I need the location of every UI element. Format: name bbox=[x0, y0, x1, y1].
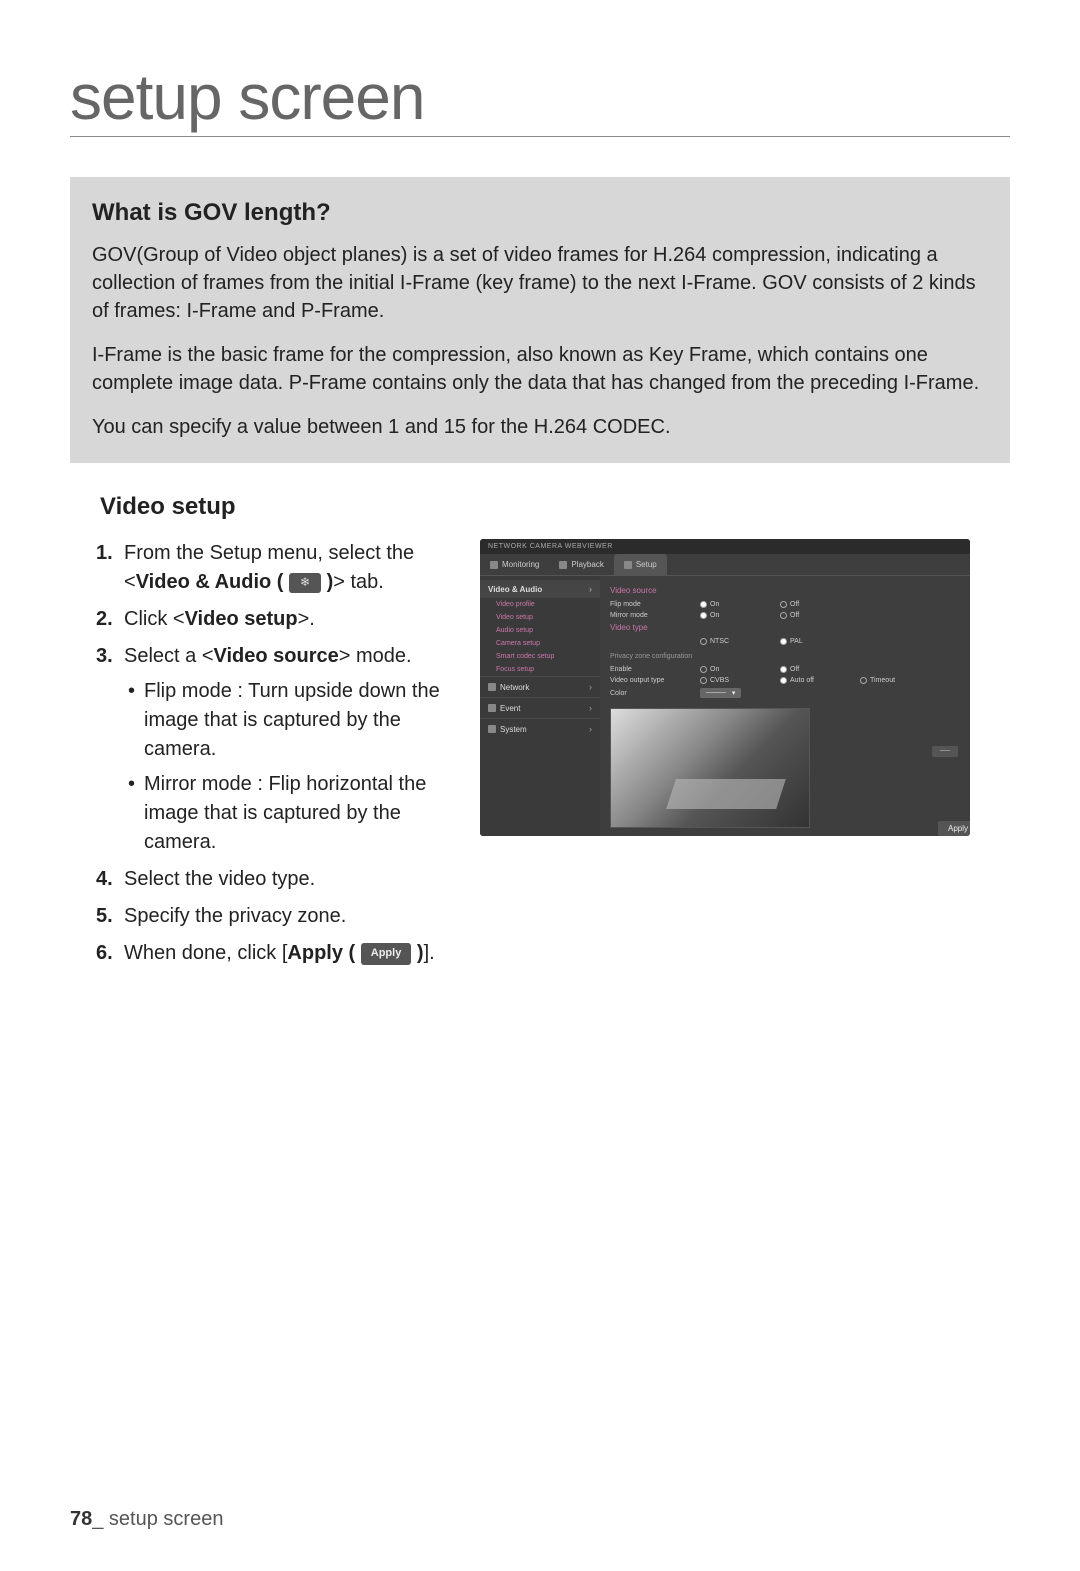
mirror-off-radio[interactable]: Off bbox=[780, 612, 860, 619]
ss-topbar: NETWORK CAMERA WEBVIEWER bbox=[480, 539, 970, 554]
tab-setup[interactable]: Setup bbox=[614, 554, 667, 575]
radio-icon bbox=[700, 612, 707, 619]
page-number: 78 bbox=[70, 1508, 92, 1530]
page-footer: 78_ setup screen bbox=[70, 1508, 223, 1531]
apply-button[interactable]: Apply bbox=[938, 821, 970, 836]
gov-paragraph-2: I-Frame is the basic frame for the compr… bbox=[92, 341, 988, 397]
sidebar-group-video-audio[interactable]: Video & Audio› bbox=[480, 580, 600, 598]
sidebar-group-system[interactable]: System› bbox=[480, 718, 600, 739]
cvbs-radio[interactable]: CVBS bbox=[700, 677, 780, 684]
setup-icon bbox=[624, 561, 632, 569]
color-label: Color bbox=[610, 690, 700, 697]
step-6: When done, click [Apply ( Apply )]. bbox=[96, 939, 450, 968]
radio-icon bbox=[700, 677, 707, 684]
tab-monitoring[interactable]: Monitoring bbox=[480, 554, 549, 575]
step-3-bullet-flip: Flip mode : Turn upside down the image t… bbox=[124, 677, 450, 764]
mirror-on-radio[interactable]: On bbox=[700, 612, 780, 619]
gov-paragraph-1: GOV(Group of Video object planes) is a s… bbox=[92, 241, 988, 325]
enable-label: Enable bbox=[610, 666, 700, 673]
video-output-label: Video output type bbox=[610, 677, 700, 684]
apply-icon: Apply bbox=[361, 943, 412, 965]
pal-radio[interactable]: PAL bbox=[780, 638, 860, 645]
monitor-icon bbox=[490, 561, 498, 569]
radio-icon bbox=[700, 666, 707, 673]
footer-label: _ setup screen bbox=[92, 1508, 223, 1530]
video-audio-icon: ❄ bbox=[289, 573, 321, 593]
network-icon bbox=[488, 683, 496, 691]
radio-icon bbox=[780, 601, 787, 608]
sidebar-group-network[interactable]: Network› bbox=[480, 676, 600, 697]
ss-sidebar: Video & Audio› Video profile Video setup… bbox=[480, 576, 600, 836]
sidebar-item-video-profile[interactable]: Video profile bbox=[480, 598, 600, 611]
chevron-right-icon: › bbox=[589, 703, 592, 713]
small-button[interactable]: ── bbox=[932, 746, 958, 757]
system-icon bbox=[488, 725, 496, 733]
ss-section-video-type: Video type bbox=[610, 621, 960, 632]
ss-tab-bar: Monitoring Playback Setup bbox=[480, 554, 970, 576]
sidebar-item-smart-codec[interactable]: Smart codec setup bbox=[480, 650, 600, 663]
enable-on-radio[interactable]: On bbox=[700, 666, 780, 673]
color-select[interactable]: ────▾ bbox=[700, 688, 741, 698]
sidebar-item-video-setup[interactable]: Video setup bbox=[480, 611, 600, 624]
timeout-radio[interactable]: Timeout bbox=[860, 677, 940, 684]
chevron-right-icon: › bbox=[589, 584, 592, 594]
chevron-down-icon: ▾ bbox=[732, 689, 736, 697]
gov-info-box: What is GOV length? GOV(Group of Video o… bbox=[70, 177, 1010, 463]
ss-main-panel: Video source Flip mode On Off Mirror mod… bbox=[600, 576, 970, 836]
privacy-zone-divider: Privacy zone configuration bbox=[610, 653, 960, 660]
embedded-screenshot: NETWORK CAMERA WEBVIEWER Monitoring Play… bbox=[480, 539, 1010, 836]
steps-list: From the Setup menu, select the <Video &… bbox=[70, 539, 450, 976]
sidebar-item-audio-setup[interactable]: Audio setup bbox=[480, 624, 600, 637]
step-3: Select a <Video source> mode. Flip mode … bbox=[96, 642, 450, 857]
sidebar-item-camera-setup[interactable]: Camera setup bbox=[480, 637, 600, 650]
tab-playback[interactable]: Playback bbox=[549, 554, 613, 575]
enable-off-radio[interactable]: Off bbox=[780, 666, 860, 673]
ntsc-radio[interactable]: NTSC bbox=[700, 638, 780, 645]
step-2: Click <Video setup>. bbox=[96, 605, 450, 634]
playback-icon bbox=[559, 561, 567, 569]
radio-icon bbox=[700, 601, 707, 608]
video-setup-heading: Video setup bbox=[100, 493, 1010, 521]
radio-icon bbox=[780, 677, 787, 684]
chevron-right-icon: › bbox=[589, 682, 592, 692]
autooff-radio[interactable]: Auto off bbox=[780, 677, 860, 684]
page-title: setup screen bbox=[70, 60, 1010, 137]
step-1: From the Setup menu, select the <Video &… bbox=[96, 539, 450, 597]
radio-icon bbox=[780, 612, 787, 619]
mirror-mode-label: Mirror mode bbox=[610, 612, 700, 619]
flip-off-radio[interactable]: Off bbox=[780, 601, 860, 608]
ss-section-video-source: Video source bbox=[610, 584, 960, 595]
video-preview bbox=[610, 708, 810, 828]
flip-mode-label: Flip mode bbox=[610, 601, 700, 608]
gov-paragraph-3: You can specify a value between 1 and 15… bbox=[92, 413, 988, 441]
sidebar-item-focus-setup[interactable]: Focus setup bbox=[480, 663, 600, 676]
gov-heading: What is GOV length? bbox=[92, 199, 988, 227]
sidebar-group-event[interactable]: Event› bbox=[480, 697, 600, 718]
radio-icon bbox=[860, 677, 867, 684]
step-4: Select the video type. bbox=[96, 865, 450, 894]
event-icon bbox=[488, 704, 496, 712]
flip-on-radio[interactable]: On bbox=[700, 601, 780, 608]
step-3-bullet-mirror: Mirror mode : Flip horizontal the image … bbox=[124, 770, 450, 857]
radio-icon bbox=[780, 666, 787, 673]
step-5: Specify the privacy zone. bbox=[96, 902, 450, 931]
radio-icon bbox=[700, 638, 707, 645]
radio-icon bbox=[780, 638, 787, 645]
chevron-right-icon: › bbox=[589, 724, 592, 734]
